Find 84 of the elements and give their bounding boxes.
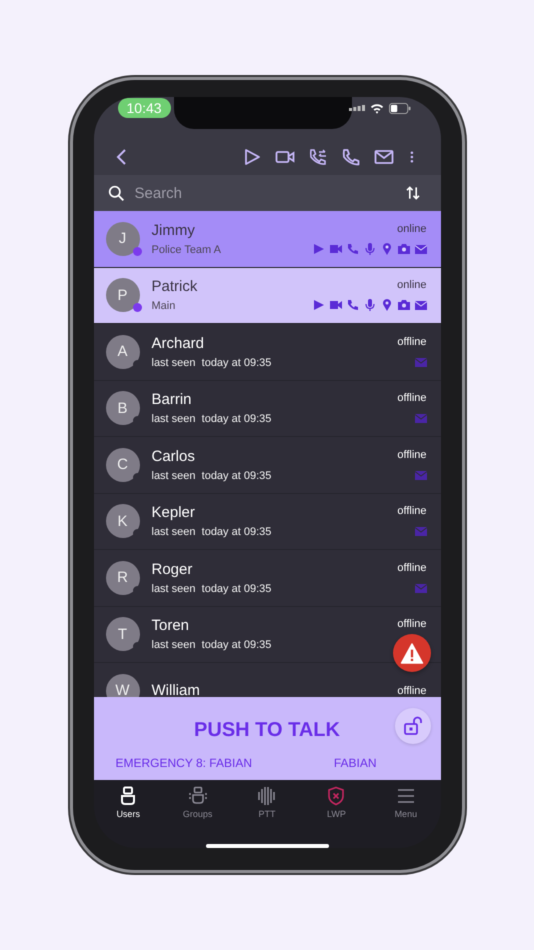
tab[interactable]: Users [94,786,163,834]
camera-icon[interactable] [398,299,410,312]
tab[interactable]: Menu [371,786,440,834]
contact-status: offline [397,505,426,518]
mail-icon[interactable] [374,147,394,167]
contact-row[interactable]: J Jimmy Police Team A online [94,211,440,268]
call-transfer-icon[interactable] [308,147,328,167]
group-icon [188,786,208,806]
tab[interactable]: LWP [302,786,372,834]
phone-icon[interactable] [346,299,358,312]
contact-name: Toren [152,617,190,634]
contact-status: offline [397,392,426,404]
contact-name: Carlos [152,448,196,465]
contact-subtitle: Police Team A [152,244,222,256]
unlock-button[interactable] [394,708,430,744]
contact-row[interactable]: K Kepler last seen today at 09:35 offline [94,494,440,550]
camera-icon[interactable] [398,242,410,255]
video-icon[interactable] [330,242,342,255]
status-time: 10:43 [118,98,171,118]
push-to-talk-label: PUSH TO TALK [194,719,340,742]
avatar: B [106,391,140,426]
contact-row[interactable]: A Archard last seen today at 09:35 offline [94,324,440,380]
warning-icon [400,642,424,664]
avatar: A [106,334,140,369]
search-field[interactable]: Search [134,184,394,202]
avatar: T [106,617,140,652]
microphone-icon[interactable] [364,299,376,312]
sort-icon[interactable] [404,185,420,201]
contact-name: Archard [152,334,206,352]
push-to-talk-panel[interactable]: PUSH TO TALK EMERGENCY 8: FABIAN FABIAN [94,697,440,780]
contact-subtitle: Main [152,300,176,312]
shield-icon [326,786,346,806]
phone-icon[interactable] [346,242,358,255]
mail-icon[interactable] [414,299,426,312]
tab[interactable]: Groups [162,786,232,834]
contact-row[interactable]: P Patrick Main online [94,268,440,324]
contact-subtitle: last seen today at 09:35 [152,356,272,369]
contact-subtitle: last seen today at 09:35 [152,470,272,482]
contact-subtitle: last seen today at 09:35 [152,639,272,652]
contact-status: offline [397,684,426,697]
emergency-button[interactable] [392,634,430,672]
tab[interactable]: PTT [232,786,302,834]
contact-status: online [397,279,426,292]
contact-status: offline [397,618,426,630]
contact-name: Barrin [152,391,193,408]
avatar: J [106,222,140,256]
contact-name: Roger [152,560,194,578]
phone-icon[interactable] [340,147,360,167]
speaker-label: FABIAN [334,756,376,770]
contact-name: Kepler [152,504,196,522]
microphone-icon[interactable] [364,242,376,255]
signal-icon [348,105,364,111]
avatar: P [106,278,140,312]
contact-status: online [397,222,426,235]
contact-row[interactable]: R Roger last seen today at 09:35 offline [94,550,440,606]
search-bar[interactable]: Search [94,175,440,211]
emergency-label: EMERGENCY 8: FABIAN [116,756,252,770]
play-icon[interactable] [312,299,324,312]
avatar: R [106,560,140,595]
contact-status: offline [397,336,426,348]
search-icon [108,184,124,202]
location-pin-icon[interactable] [380,242,392,255]
menu-icon [396,786,416,806]
contact-status: offline [397,562,426,574]
contact-subtitle: last seen today at 09:35 [152,526,272,538]
contact-name: Patrick [152,278,198,296]
mail-icon[interactable] [414,242,426,255]
contact-subtitle: last seen today at 09:35 [152,413,272,426]
contact-name: Jimmy [152,222,196,239]
wifi-icon [370,102,384,114]
unlock-icon [402,716,422,736]
waveform-icon [257,786,278,806]
contact-subtitle: last seen today at 09:35 [152,582,272,595]
avatar: C [106,448,140,482]
contact-row[interactable]: B Barrin last seen today at 09:35 offline [94,380,440,437]
contact-name: William [152,682,201,697]
video-icon[interactable] [330,299,342,312]
play-icon[interactable] [312,242,324,255]
battery-icon [388,102,410,114]
avatar: W [106,674,140,697]
avatar: K [106,504,140,538]
contact-status: offline [397,448,426,461]
contact-row[interactable]: C Carlos last seen today at 09:35 offline [94,437,440,494]
location-pin-icon[interactable] [380,299,392,312]
